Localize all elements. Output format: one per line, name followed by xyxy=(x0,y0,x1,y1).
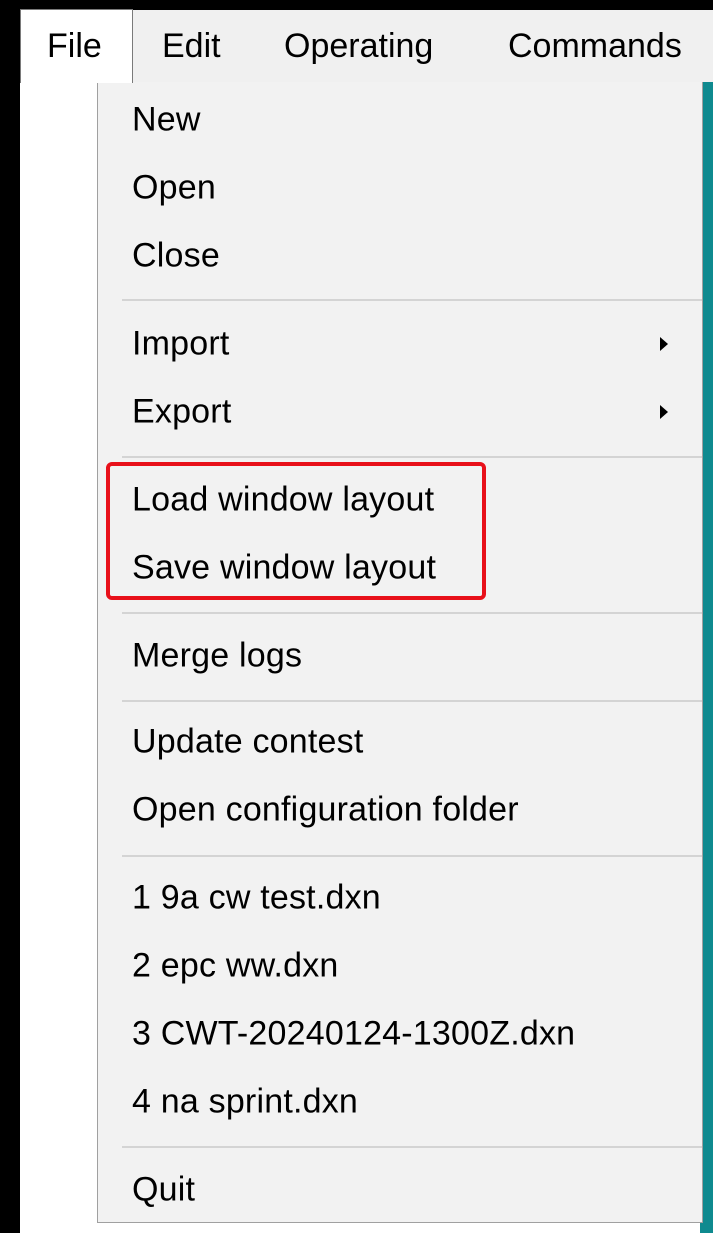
menu-edit-label: Edit xyxy=(162,27,221,65)
menu-file[interactable]: File xyxy=(20,9,133,83)
menu-separator xyxy=(122,612,702,614)
menu-separator xyxy=(122,1146,702,1148)
menu-operating[interactable]: Operating xyxy=(284,10,433,82)
recent-file-label: 3 CWT-20240124-1300Z.dxn xyxy=(132,1014,576,1053)
menu-separator xyxy=(122,700,702,702)
file-dropdown-menu: New Open Close Import Export Load window… xyxy=(97,82,703,1223)
menu-item-new[interactable]: New xyxy=(98,90,698,150)
menu-item-export-label: Export xyxy=(132,392,232,431)
menu-item-export[interactable]: Export xyxy=(98,382,698,442)
menu-item-load-window-layout-label: Load window layout xyxy=(132,480,435,519)
menu-commands-label: Commands xyxy=(508,27,682,65)
menu-item-import[interactable]: Import xyxy=(98,314,698,374)
submenu-arrow-icon xyxy=(660,337,668,351)
menu-item-merge-logs-label: Merge logs xyxy=(132,636,303,675)
menu-item-open[interactable]: Open xyxy=(98,158,698,218)
menu-item-quit-label: Quit xyxy=(132,1170,196,1209)
submenu-arrow-icon xyxy=(660,405,668,419)
menu-item-open-label: Open xyxy=(132,168,216,207)
menu-separator xyxy=(122,456,702,458)
menu-item-recent-file-3[interactable]: 3 CWT-20240124-1300Z.dxn xyxy=(98,1004,698,1064)
menu-item-quit[interactable]: Quit xyxy=(98,1160,698,1220)
menu-item-update-contest-label: Update contest xyxy=(132,722,364,761)
menu-separator xyxy=(122,855,702,857)
menu-item-open-configuration-folder-label: Open configuration folder xyxy=(132,790,519,829)
menu-item-close[interactable]: Close xyxy=(98,226,698,286)
window-left-panel xyxy=(20,82,97,1233)
menu-item-new-label: New xyxy=(132,100,201,139)
menu-commands[interactable]: Commands xyxy=(508,10,682,82)
menu-item-merge-logs[interactable]: Merge logs xyxy=(98,626,698,686)
menu-item-save-window-layout-label: Save window layout xyxy=(132,548,437,587)
menu-separator xyxy=(122,299,702,301)
recent-file-label: 1 9a cw test.dxn xyxy=(132,878,381,917)
menu-item-import-label: Import xyxy=(132,324,230,363)
menu-item-recent-file-1[interactable]: 1 9a cw test.dxn xyxy=(98,868,698,928)
menu-bar: File Edit Operating Commands xyxy=(20,9,713,83)
menu-item-update-contest[interactable]: Update contest xyxy=(98,712,698,772)
recent-file-label: 2 epc ww.dxn xyxy=(132,946,339,985)
menu-item-recent-file-4[interactable]: 4 na sprint.dxn xyxy=(98,1072,698,1132)
menu-item-recent-file-2[interactable]: 2 epc ww.dxn xyxy=(98,936,698,996)
menu-item-load-window-layout[interactable]: Load window layout xyxy=(98,470,698,530)
menu-operating-label: Operating xyxy=(284,27,434,65)
menu-item-open-configuration-folder[interactable]: Open configuration folder xyxy=(98,780,698,840)
recent-file-label: 4 na sprint.dxn xyxy=(132,1082,359,1121)
menu-file-label: File xyxy=(47,27,102,65)
menu-item-save-window-layout[interactable]: Save window layout xyxy=(98,538,698,598)
menu-edit[interactable]: Edit xyxy=(162,10,221,82)
menu-item-close-label: Close xyxy=(132,236,220,275)
